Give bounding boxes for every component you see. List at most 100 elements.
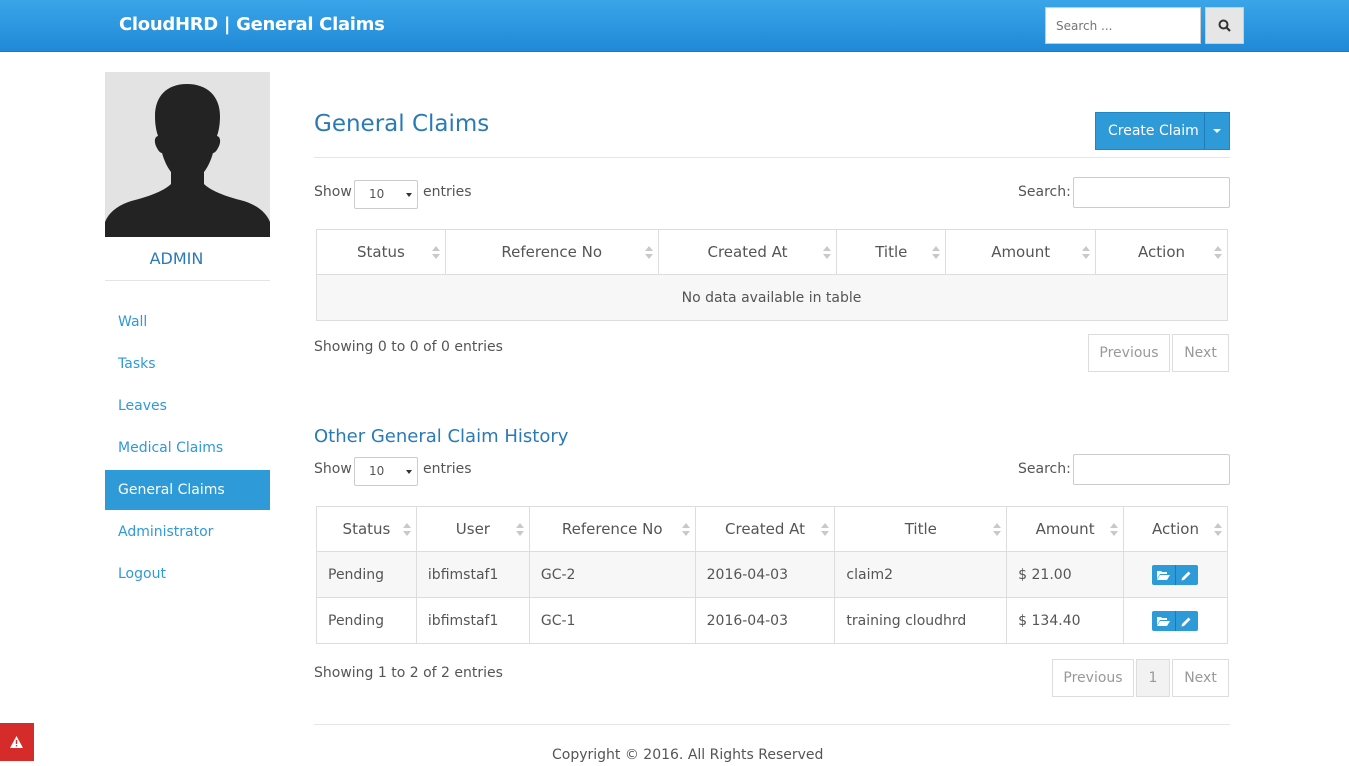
col-status[interactable]: Status [316, 229, 446, 275]
cell-amount: $ 134.40 [1006, 597, 1125, 644]
action-buttons [1152, 564, 1199, 585]
table2-search-input[interactable] [1073, 454, 1230, 485]
col-reference-label: Reference No [561, 520, 663, 538]
cell-created: 2016-04-03 [694, 551, 836, 598]
cell-action [1123, 597, 1228, 644]
col-title[interactable]: Title [836, 229, 947, 275]
page-title: General Claims [314, 111, 490, 137]
col-title[interactable]: Title [834, 506, 1008, 552]
col-amount-label: Amount [1035, 520, 1095, 538]
table1-info: Showing 0 to 0 of 0 entries [314, 339, 503, 355]
table1-next-button[interactable]: Next [1172, 334, 1229, 372]
footer-divider [314, 724, 1230, 725]
title-divider [314, 157, 1230, 158]
col-created-at[interactable]: Created At [657, 229, 838, 275]
sort-icon [823, 246, 832, 260]
col-reference-no[interactable]: Reference No [444, 229, 659, 275]
sidebar-item-general-claims[interactable]: General Claims [105, 470, 270, 510]
col-amount-label: Amount [991, 243, 1051, 261]
table2-info: Showing 1 to 2 of 2 entries [314, 665, 503, 681]
sidebar-item-medical-claims[interactable]: Medical Claims [105, 428, 270, 468]
sidebar-item-administrator[interactable]: Administrator [105, 512, 270, 552]
entries-label: entries [423, 461, 472, 477]
top-search-button[interactable] [1205, 7, 1244, 44]
col-reference-label: Reference No [501, 243, 603, 261]
action-buttons [1152, 610, 1199, 631]
show-label: Show [314, 461, 352, 477]
sidebar-item-tasks[interactable]: Tasks [105, 344, 270, 384]
col-status[interactable]: Status [316, 506, 417, 552]
alert-button[interactable] [0, 723, 34, 761]
col-action[interactable]: Action [1095, 229, 1228, 275]
sort-icon [1110, 523, 1119, 537]
app-brand[interactable]: CloudHRD | General Claims [119, 14, 385, 35]
chevron-down-icon[interactable] [1213, 129, 1221, 133]
top-search-input[interactable] [1045, 7, 1201, 44]
table2-entries-select[interactable]: 10 [354, 457, 418, 486]
cell-title: training cloudhrd [834, 597, 1008, 644]
sort-icon [681, 523, 690, 537]
sidebar: ADMIN Wall Tasks Leaves Medical Claims G… [105, 72, 270, 596]
table2-next-button[interactable]: Next [1172, 659, 1229, 697]
cell-reference: GC-1 [528, 597, 696, 644]
footer-copyright: Copyright © 2016. All Rights Reserved [552, 747, 824, 763]
table2-search-label: Search: [1018, 461, 1071, 477]
col-reference-no[interactable]: Reference No [528, 506, 696, 552]
table1-entries-select[interactable]: 10 [354, 180, 418, 209]
sort-icon [515, 523, 524, 537]
sidebar-item-leaves[interactable]: Leaves [105, 386, 270, 426]
col-amount[interactable]: Amount [945, 229, 1097, 275]
cell-action [1123, 551, 1228, 598]
table-row: Pending ibfimstaf1 GC-2 2016-04-03 claim… [316, 551, 1228, 598]
create-claim-button[interactable]: Create Claim [1095, 112, 1230, 150]
col-user[interactable]: User [415, 506, 530, 552]
search-icon [1218, 19, 1231, 32]
top-navbar: CloudHRD | General Claims [0, 0, 1349, 52]
create-claim-label: Create Claim [1108, 123, 1199, 139]
col-status-label: Status [357, 243, 405, 261]
pencil-icon[interactable] [1181, 616, 1192, 627]
table1-search-label: Search: [1018, 184, 1071, 200]
cell-status: Pending [316, 597, 417, 644]
col-created-label: Created At [725, 520, 806, 538]
sidebar-item-logout[interactable]: Logout [105, 554, 270, 594]
folder-open-icon [1157, 570, 1171, 580]
entries-label: entries [423, 184, 472, 200]
sidebar-item-wall[interactable]: Wall [105, 302, 270, 342]
cell-created: 2016-04-03 [694, 597, 836, 644]
history-title: Other General Claim History [314, 426, 569, 447]
table2-previous-button[interactable]: Previous [1052, 659, 1134, 697]
table1-search-input[interactable] [1073, 177, 1230, 208]
sort-icon [1082, 246, 1091, 260]
view-button[interactable] [1152, 610, 1177, 631]
warning-icon [10, 736, 23, 748]
col-status-label: Status [342, 520, 391, 538]
show-label: Show [314, 184, 352, 200]
col-action-label: Action [1152, 520, 1199, 538]
cell-title: claim2 [834, 551, 1008, 598]
table2-page-1[interactable]: 1 [1136, 659, 1170, 697]
cell-amount: $ 21.00 [1006, 551, 1125, 598]
empty-table-message: No data available in table [316, 274, 1228, 321]
history-table: Status User Reference No Created At Titl… [316, 506, 1228, 644]
table1-previous-button[interactable]: Previous [1088, 334, 1170, 372]
pencil-icon[interactable] [1181, 570, 1192, 581]
sort-icon [993, 523, 1002, 537]
table-row: Pending ibfimstaf1 GC-1 2016-04-03 train… [316, 597, 1228, 644]
col-title-label: Title [875, 243, 908, 261]
folder-open-icon [1157, 616, 1171, 626]
sort-icon [821, 523, 830, 537]
cell-user: ibfimstaf1 [415, 597, 530, 644]
view-button[interactable] [1152, 564, 1177, 585]
avatar [105, 72, 270, 237]
col-title-label: Title [904, 520, 937, 538]
user-silhouette-icon [105, 84, 270, 237]
sidebar-nav: Wall Tasks Leaves Medical Claims General… [105, 302, 270, 594]
claims-table: Status Reference No Created At Title Amo… [316, 229, 1228, 321]
sort-icon [431, 246, 440, 260]
cell-user: ibfimstaf1 [415, 551, 530, 598]
col-created-at[interactable]: Created At [694, 506, 836, 552]
sort-icon [1214, 246, 1222, 260]
col-amount[interactable]: Amount [1006, 506, 1125, 552]
col-action[interactable]: Action [1123, 506, 1228, 552]
